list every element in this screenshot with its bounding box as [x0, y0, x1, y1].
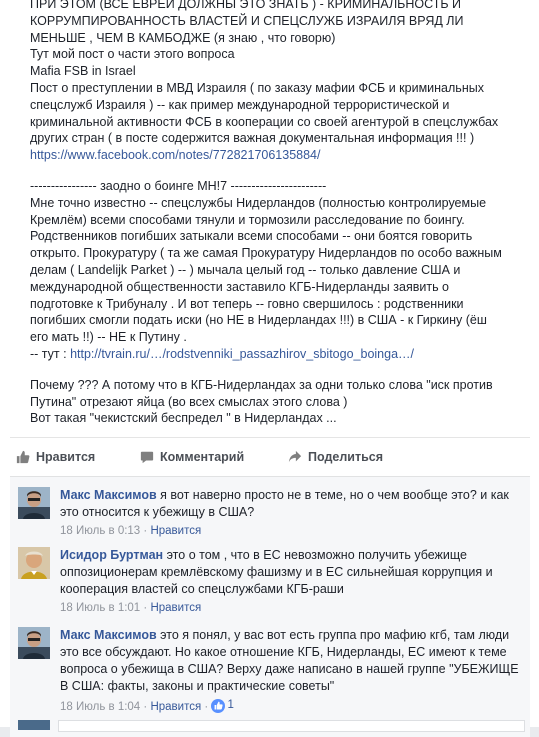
post-line: Мне точно известно -- спецслужбы Нидерла…: [30, 195, 487, 210]
post-line: Кремлём) всеми способами тянули и тормоз…: [30, 212, 465, 227]
comment-label: Комментарий: [160, 450, 245, 464]
like-label: Нравится: [36, 450, 96, 464]
comment-author[interactable]: Макс Максимов: [60, 488, 157, 502]
comment-like-link[interactable]: Нравится: [150, 602, 201, 614]
post-text: ПРИ ЭТОМ (ВСЕ ЕВРЕИ ДОЛЖНЫ ЭТО ЗНАТЬ ) -…: [30, 0, 530, 427]
post-line: Тут мой пост о части этого вопроса: [30, 47, 235, 62]
comment-like-link[interactable]: Нравится: [150, 701, 201, 713]
thumbs-up-icon: [211, 698, 226, 713]
share-action-button[interactable]: Поделиться: [288, 450, 383, 464]
comment-body: Исидор Буртман это о том , что в ЕС нево…: [60, 547, 526, 617]
comment-meta: 18 Июль в 1:01 · Нравится: [60, 600, 526, 617]
post-line: МЕНЬШЕ , ЧЕМ В КАМБОДЖЕ (я знаю , что го…: [30, 30, 336, 45]
comment-body: Макс Максимов я вот наверно просто не в …: [60, 487, 526, 540]
comment-timestamp[interactable]: 18 Июль в 0:13: [60, 525, 140, 537]
comment-input-box[interactable]: [58, 720, 525, 732]
post-line: Почему ??? А потому что в КГБ-Нидерланда…: [30, 377, 493, 392]
like-action-button[interactable]: Нравится: [16, 450, 95, 464]
post-line: криминальной активности ФСБ в кооперации…: [30, 114, 499, 129]
post-line: Вот такая "чекистский беспредел " в Ниде…: [30, 411, 337, 426]
facebook-post: ПРИ ЭТОМ (ВСЕ ЕВРЕИ ДОЛЖНЫ ЭТО ЗНАТЬ ) -…: [0, 0, 539, 737]
post-line: спецслужб Израиля ) -- как пример междун…: [30, 97, 450, 112]
post-line: Родственников погибших затыкали всеми сп…: [30, 229, 473, 244]
meta-separator: ·: [140, 701, 151, 713]
share-label: Поделиться: [308, 450, 384, 464]
thumbs-up-icon: [16, 450, 30, 464]
mafia-fsb-link[interactable]: Mafia FSB in Israel: [30, 64, 136, 78]
post-line: КОРРУМПИРОВАННОСТЬ ВЛАСТЕЙ И СПЕЦСЛУЖБ И…: [30, 13, 464, 28]
post-line: открыто. Прокуратуру ( та же самая Проку…: [30, 246, 502, 261]
post-line: международной общественности заставило К…: [30, 279, 450, 294]
actions-divider: [10, 437, 530, 438]
comment-meta: 18 Июль в 0:13 · Нравится: [60, 523, 526, 540]
meta-separator: ·: [201, 701, 212, 713]
comment-like-link[interactable]: Нравится: [150, 525, 201, 537]
avatar[interactable]: [18, 487, 50, 519]
post-line: подготовке к Трибуналу . И вот теперь --…: [30, 296, 464, 311]
like-count: 1: [227, 699, 234, 711]
comment-meta: 18 Июль в 1:04 · Нравится · 1: [60, 697, 526, 716]
meta-separator: ·: [140, 602, 151, 614]
post-line: Пост о преступлении в МВД Израиля ( по з…: [30, 80, 484, 95]
post-line: делам ( Landelijk Parket ) -- ) мычала ц…: [30, 262, 461, 277]
meta-separator: ·: [140, 525, 151, 537]
share-icon: [288, 450, 302, 464]
post-line: ---------------- заодно о боинге МН!7 --…: [30, 178, 327, 193]
comment-timestamp[interactable]: 18 Июль в 1:01: [60, 602, 140, 614]
post-line: Путина" отрезают яйца (во всех смыслах э…: [30, 394, 348, 409]
comment-author[interactable]: Исидор Буртман: [60, 548, 163, 562]
comment-body: Макс Максимов это я понял, у вас вот ест…: [60, 627, 526, 716]
tvrain-link[interactable]: http://tvrain.ru/…/rodstvenniki_passazhi…: [70, 347, 414, 361]
facebook-notes-link[interactable]: https://www.facebook.com/notes/772821706…: [30, 148, 320, 162]
post-line: его мать !!) -- НЕ к Путину .: [30, 330, 187, 345]
comment-action-button[interactable]: Комментарий: [140, 450, 244, 464]
post-line: погибших смогли подать иски (но НЕ в Нид…: [30, 313, 487, 328]
comment-author[interactable]: Макс Максимов: [60, 628, 157, 642]
like-count-badge[interactable]: 1: [211, 697, 234, 714]
post-line: других стран ( в посте содержится важная…: [30, 131, 475, 146]
avatar[interactable]: [18, 627, 50, 659]
comment-icon: [140, 450, 154, 464]
post-line: -- тут :: [30, 346, 71, 361]
avatar[interactable]: [18, 547, 50, 579]
comment-timestamp[interactable]: 18 Июль в 1:04: [60, 701, 140, 713]
post-line: ПРИ ЭТОМ (ВСЕ ЕВРЕИ ДОЛЖНЫ ЭТО ЗНАТЬ ) -…: [30, 0, 462, 11]
current-user-avatar: [18, 720, 50, 730]
post-actions-bar: Нравится Комментарий Поделиться: [10, 444, 530, 474]
